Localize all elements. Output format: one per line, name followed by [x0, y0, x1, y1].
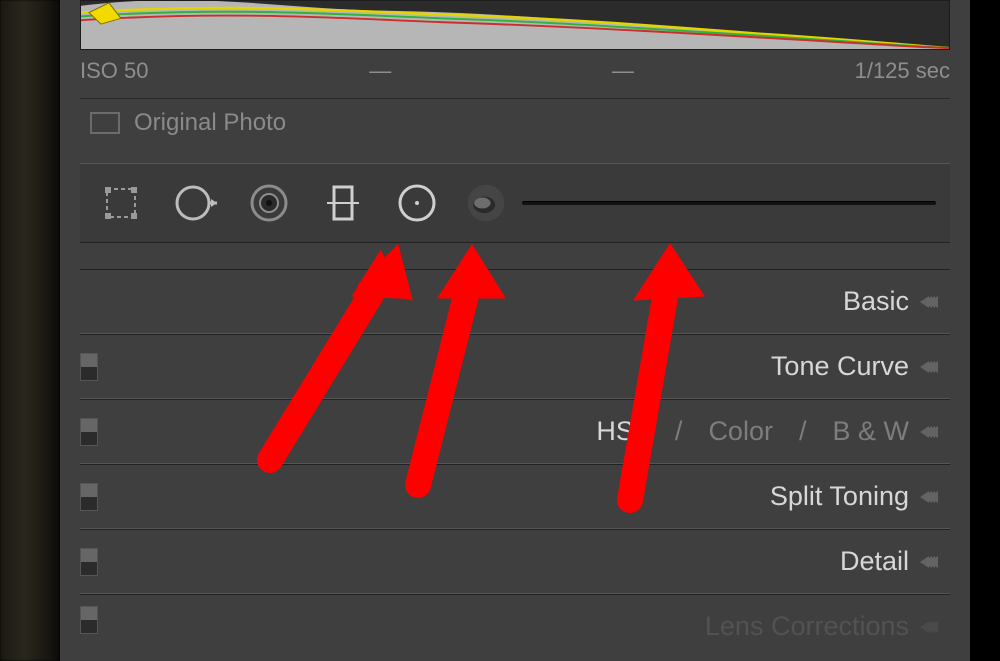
red-eye-tool[interactable]	[242, 176, 296, 230]
disclosure-icon	[929, 426, 938, 438]
panel-toggle[interactable]	[80, 353, 98, 381]
panel-lens-corrections[interactable]: Lens Corrections	[80, 594, 950, 644]
panel-tone-curve[interactable]: Tone Curve	[80, 334, 950, 399]
radial-filter-icon	[393, 179, 441, 227]
panel-detail[interactable]: Detail	[80, 529, 950, 594]
panel-detail-label: Detail	[840, 546, 909, 577]
original-photo-row: Original Photo	[80, 98, 950, 151]
panel-lens-label: Lens Corrections	[705, 611, 909, 642]
red-eye-icon	[245, 179, 293, 227]
develop-right-panel: ISO 50 — — 1/125 sec Original Photo	[60, 0, 970, 661]
panel-toggle[interactable]	[80, 606, 98, 634]
panel-split-toning-label: Split Toning	[770, 481, 909, 512]
shutter-value: 1/125 sec	[855, 58, 950, 84]
disclosure-icon	[929, 296, 938, 308]
crop-icon	[97, 179, 145, 227]
panel-toggle[interactable]	[80, 548, 98, 576]
histogram[interactable]	[80, 0, 950, 50]
graduated-filter-tool[interactable]	[316, 176, 370, 230]
adjustment-brush-icon	[464, 179, 508, 227]
disclosure-icon	[929, 361, 938, 373]
focal-value: —	[612, 58, 634, 84]
original-photo-label: Original Photo	[134, 109, 286, 137]
window-edge-left	[0, 0, 60, 661]
graduated-filter-icon	[319, 179, 367, 227]
tool-strip	[80, 163, 950, 243]
separator: /	[799, 416, 807, 447]
window-edge-right	[970, 0, 1000, 661]
brush-handle-line[interactable]	[522, 201, 936, 205]
aperture-value: —	[369, 58, 391, 84]
spot-removal-tool[interactable]	[168, 176, 222, 230]
spot-removal-icon	[171, 179, 219, 227]
radial-filter-tool[interactable]	[390, 176, 444, 230]
iso-value: ISO 50	[80, 58, 148, 84]
panel-basic[interactable]: Basic	[80, 269, 950, 334]
panel-bw-label[interactable]: B & W	[832, 416, 909, 447]
panel-hsl-label: HSL	[596, 416, 649, 447]
panel-hsl[interactable]: HSL / Color / B & W	[80, 399, 950, 464]
exposure-info: ISO 50 — — 1/125 sec	[80, 58, 950, 84]
panel-split-toning[interactable]: Split Toning	[80, 464, 950, 529]
original-photo-icon	[90, 112, 120, 134]
panel-toggle[interactable]	[80, 483, 98, 511]
panel-toggle[interactable]	[80, 418, 98, 446]
disclosure-icon	[929, 491, 938, 503]
disclosure-icon	[929, 556, 938, 568]
histogram-graph	[81, 1, 949, 49]
panel-color-label[interactable]: Color	[708, 416, 773, 447]
disclosure-icon	[929, 621, 938, 633]
crop-tool[interactable]	[94, 176, 148, 230]
panel-basic-label: Basic	[843, 286, 909, 317]
separator: /	[675, 416, 683, 447]
panel-tone-curve-label: Tone Curve	[771, 351, 909, 382]
adjustment-brush-tool[interactable]	[464, 176, 508, 230]
